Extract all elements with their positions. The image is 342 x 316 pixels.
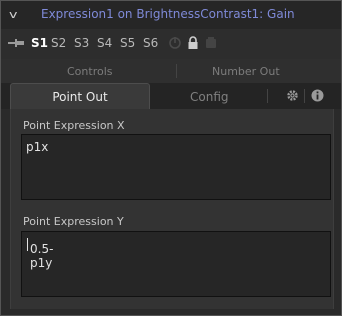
tab-number-out[interactable]: Number Out [212,65,280,78]
text-cursor [27,238,28,251]
inspector-panel: v Expression1 on BrightnessContrast1: Ga… [0,0,342,316]
tab-row-top: Controls Number Out [1,59,341,83]
chevron-down-icon[interactable]: v [9,8,17,21]
slot-s5[interactable]: S5 [120,36,135,50]
tab-divider [176,64,177,78]
point-expression-x-value: p1x [26,140,49,154]
point-expression-y-label: Point Expression Y [23,215,124,228]
tab-controls[interactable]: Controls [67,65,113,78]
slot-s2[interactable]: S2 [51,36,66,50]
point-expression-y-input[interactable]: 0.5-p1y [21,231,331,297]
info-icon[interactable] [311,89,324,102]
point-expression-y-value: 0.5-p1y [30,242,54,270]
pin-icon[interactable] [7,35,25,51]
version-bar: S1 S2 S3 S4 S5 S6 [1,29,341,59]
power-icon[interactable] [168,36,182,50]
gear-icon[interactable] [286,89,299,102]
tab-point-out-label: Point Out [52,90,108,104]
title-bar[interactable]: v Expression1 on BrightnessContrast1: Ga… [1,1,341,29]
tab-divider [304,89,305,103]
lock-icon[interactable] [187,36,199,50]
point-expression-x-label: Point Expression X [23,119,125,132]
slot-s1[interactable]: S1 [31,36,48,50]
point-out-content: Point Expression X p1x Point Expression … [10,109,334,309]
slot-s6[interactable]: S6 [143,36,158,50]
tab-point-out[interactable]: Point Out [10,83,150,109]
tab-divider [267,89,268,103]
tab-config[interactable]: Config [190,90,229,104]
slot-s3[interactable]: S3 [74,36,89,50]
slot-s4[interactable]: S4 [97,36,112,50]
point-expression-y-wrap: 0.5-p1y [26,237,53,270]
reset-icon[interactable] [205,36,217,50]
tab-row-bottom: Point Out Config [1,83,341,109]
panel-title: Expression1 on BrightnessContrast1: Gain [41,7,295,21]
point-expression-x-input[interactable]: p1x [21,134,331,200]
